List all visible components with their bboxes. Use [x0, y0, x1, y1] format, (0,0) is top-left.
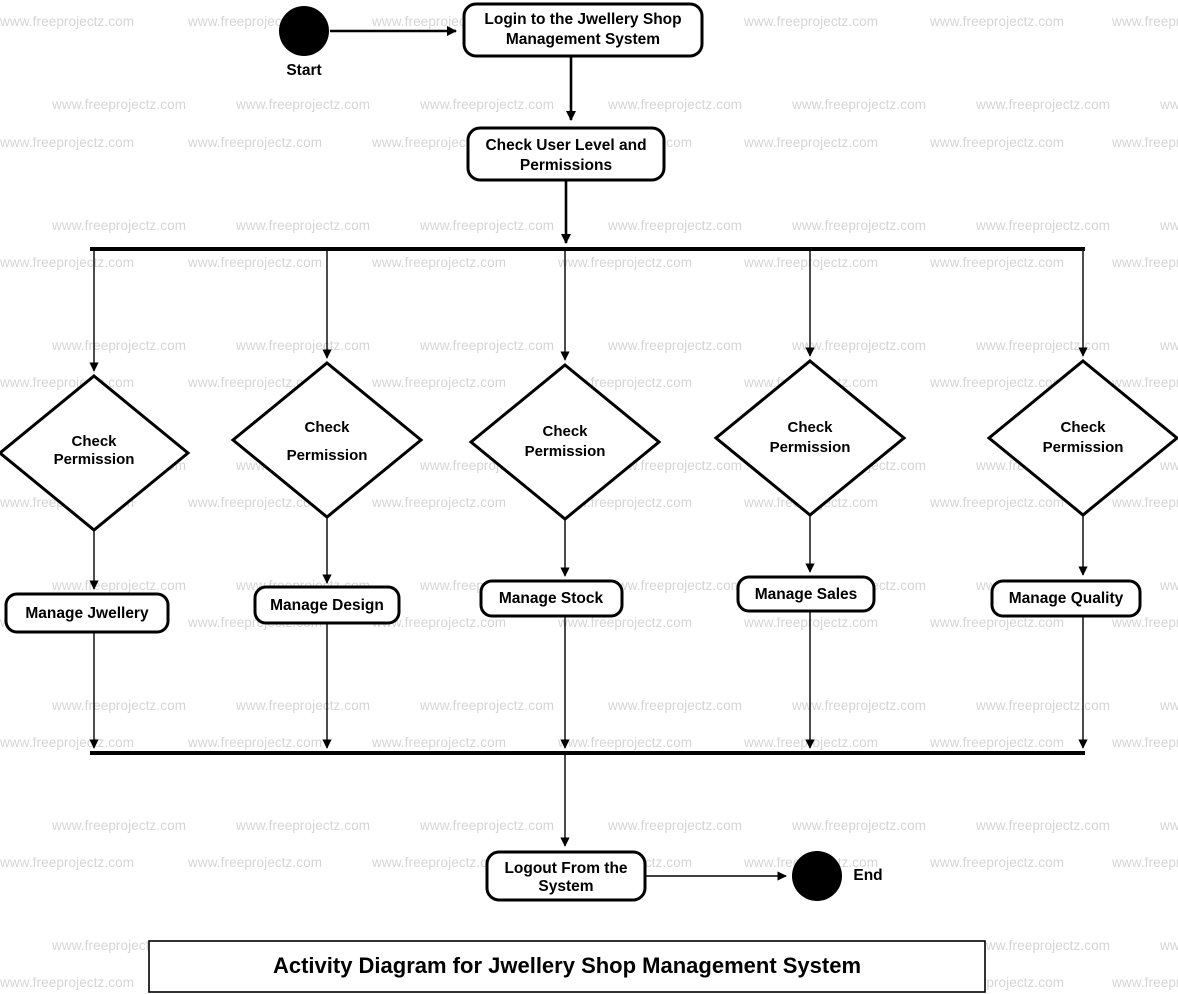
start-node-label: Start	[286, 62, 321, 79]
decision-diamond-2	[230, 361, 424, 519]
decision-label-2-line2: Permission	[287, 447, 368, 464]
activity-checkuser-label-line1: Check User Level and	[485, 137, 646, 154]
activity-manage-stock-label: Manage Stock	[499, 590, 604, 607]
activity-diagram-svg: Start Login to the Jwellery Shop Managem…	[0, 2, 1178, 993]
start-node-circle	[279, 6, 329, 56]
decision-label-3-line1: Check	[542, 423, 588, 440]
activity-logout-label-line1: Logout From the	[504, 860, 627, 877]
decision-label-5-line2: Permission	[1043, 439, 1124, 456]
activity-login-label-line2: Management System	[506, 31, 660, 48]
diagram-title: Activity Diagram for Jwellery Shop Manag…	[273, 953, 861, 978]
decision-label-1-line2: Permission	[54, 451, 135, 468]
decision-label-4-line1: Check	[787, 419, 833, 436]
decision-label-3-line2: Permission	[525, 443, 606, 460]
activity-checkuser-label-line2: Permissions	[520, 157, 612, 174]
diagram-canvas: www.freeprojectz.com www.freeprojectz.com…	[0, 0, 1178, 994]
activity-manage-sales-label: Manage Sales	[755, 586, 858, 603]
decision-label-5-line1: Check	[1060, 419, 1106, 436]
end-node-label: End	[853, 867, 882, 884]
end-node-circle	[792, 851, 842, 901]
activity-manage-quality-label: Manage Quality	[1009, 590, 1124, 607]
decision-label-1-line1: Check	[71, 433, 117, 450]
activity-login-label-line1: Login to the Jwellery Shop	[484, 11, 681, 28]
activity-logout-label-line2: System	[538, 878, 593, 895]
decision-label-4-line2: Permission	[770, 439, 851, 456]
activity-manage-jwellery-label: Manage Jwellery	[25, 605, 149, 622]
activity-manage-design-label: Manage Design	[270, 597, 384, 614]
decision-label-2-line1: Check	[304, 419, 350, 436]
